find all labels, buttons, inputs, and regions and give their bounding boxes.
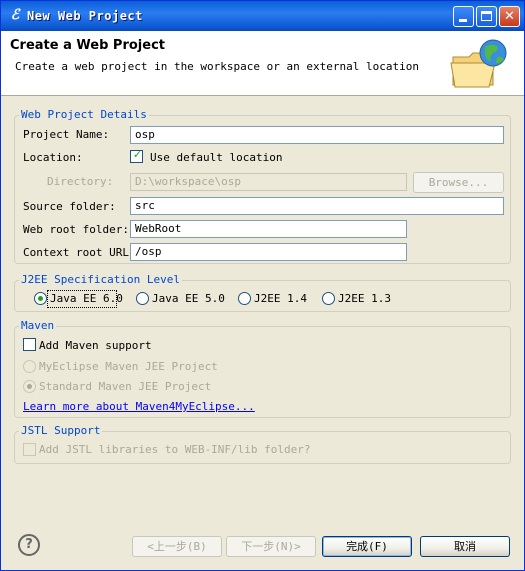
j2ee-14-label: J2EE 1.4 (254, 292, 307, 305)
add-jstl-libraries-checkbox (23, 443, 36, 456)
page-description: Create a web project in the workspace or… (15, 60, 419, 73)
next-button: 下一步(N)> (226, 536, 316, 557)
group-label: JSTL Support (19, 424, 103, 438)
myeclipse-icon: ℰ (10, 7, 20, 23)
globe-folder-icon (450, 39, 507, 88)
cancel-button[interactable]: 取消 (420, 536, 510, 557)
directory-label: Directory: (47, 175, 114, 188)
add-maven-support-checkbox[interactable] (23, 338, 36, 351)
web-root-folder-label: Web root folder: (23, 223, 129, 236)
group-label: Web Project Details (19, 108, 149, 122)
group-label: Maven (19, 319, 57, 333)
myeclipse-maven-jee-radio (23, 360, 36, 373)
add-maven-support-label: Add Maven support (39, 339, 152, 352)
context-root-url-label: Context root URL: (23, 246, 136, 259)
use-default-location-label: Use default location (150, 151, 283, 164)
web-root-folder-input[interactable]: WebRoot (130, 220, 407, 238)
add-jstl-libraries-label: Add JSTL libraries to WEB-INF/lib folder… (39, 443, 311, 456)
new-web-project-dialog: ℰ New Web Project ✕ Create a Web Project… (0, 0, 525, 571)
source-folder-label: Source folder: (23, 200, 116, 213)
j2ee-13-radio[interactable] (322, 292, 335, 305)
learn-more-maven-link[interactable]: Learn more about Maven4MyEclipse... (23, 400, 255, 414)
back-button: <上一步(B) (132, 536, 222, 557)
focus-rect (47, 290, 117, 308)
group-label: J2EE Specification Level (19, 273, 182, 287)
radio-dot (38, 296, 43, 301)
location-label: Location: (23, 151, 83, 164)
project-name-input[interactable]: osp (130, 126, 504, 144)
close-icon: ✕ (504, 9, 515, 24)
page-title: Create a Web Project (10, 38, 165, 53)
java-ee-6-radio[interactable] (34, 292, 47, 305)
use-default-location-checkbox[interactable]: ✓ (130, 148, 143, 163)
standard-maven-jee-label: Standard Maven JEE Project (39, 380, 212, 393)
checkmark-icon: ✓ (132, 148, 143, 161)
java-ee-5-label: Java EE 5.0 (152, 292, 225, 305)
radio-dot (27, 384, 32, 389)
context-root-url-input[interactable]: /osp (130, 243, 407, 261)
close-button[interactable]: ✕ (499, 6, 520, 27)
minimize-icon (459, 19, 467, 22)
directory-input: D:\workspace\osp (130, 173, 407, 191)
browse-button: Browse... (413, 172, 504, 193)
maximize-button[interactable] (476, 6, 497, 27)
finish-button[interactable]: 完成(F) (322, 536, 412, 557)
java-ee-5-radio[interactable] (136, 292, 149, 305)
myeclipse-maven-jee-label: MyEclipse Maven JEE Project (39, 360, 218, 373)
help-icon[interactable]: ? (18, 534, 40, 556)
window-title: New Web Project (27, 9, 143, 23)
j2ee-14-radio[interactable] (238, 292, 251, 305)
j2ee-13-label: J2EE 1.3 (338, 292, 391, 305)
project-name-label: Project Name: (23, 128, 110, 141)
title-bar[interactable]: ℰ New Web Project ✕ (1, 1, 524, 31)
maximize-icon (481, 11, 492, 21)
wizard-header: Create a Web Project Create a web projec… (1, 31, 524, 96)
minimize-button[interactable] (453, 6, 474, 27)
source-folder-input[interactable]: src (130, 197, 504, 215)
wizard-content: Web Project Details Project Name: osp Lo… (1, 96, 524, 571)
standard-maven-jee-radio (23, 380, 36, 393)
